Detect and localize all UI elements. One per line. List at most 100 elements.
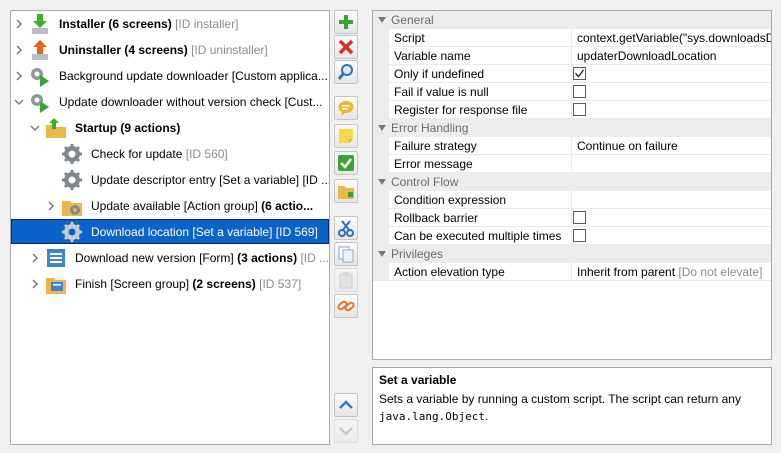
add-button[interactable] [334,10,358,34]
section-general[interactable]: General [373,11,771,29]
paste-button[interactable] [334,268,358,292]
only-if-undefined-checkbox[interactable] [573,67,586,80]
description-text: Sets a variable by running a custom scri… [379,391,765,425]
tree-item-update-available[interactable]: Update available [Action group] (6 actio… [11,193,329,219]
arrow-down-icon [337,422,355,440]
chevron-right-icon[interactable] [13,18,25,30]
prop-only-if-undefined[interactable]: Only if undefined [373,65,771,83]
comment-button[interactable] [334,96,358,120]
tree-item-background-updater[interactable]: Background update downloader [Custom app… [11,63,329,89]
error-message-value[interactable] [571,155,771,172]
screen-group-icon [45,273,67,295]
section-title: Error Handling [391,121,469,135]
tree-item-update-descriptor-entry[interactable]: Update descriptor entry [Set a variable]… [11,167,329,193]
tree-item-update-downloader[interactable]: Update downloader without version check … [11,89,329,115]
rollback-barrier-checkbox[interactable] [573,211,586,224]
search-button[interactable] [334,60,358,84]
collapse-triangle-icon[interactable] [378,124,386,132]
fail-if-null-checkbox[interactable] [573,85,586,98]
tree-item-count: (3 actions) [237,251,298,265]
tree-item-installer[interactable]: Installer (6 screens) [ID installer] [11,11,329,37]
tree-item-uninstaller[interactable]: Uninstaller (4 screens) [ID uninstaller] [11,37,329,63]
prop-elevation-type[interactable]: Action elevation type Inherit from paren… [373,263,771,281]
section-error-handling[interactable]: Error Handling [373,119,771,137]
section-privileges[interactable]: Privileges [373,245,771,263]
prop-error-message[interactable]: Error message [373,155,771,173]
section-title: General [391,13,434,27]
chevron-right-icon[interactable] [13,70,25,82]
cut-button[interactable] [334,216,358,240]
execute-multiple-checkbox[interactable] [573,229,586,242]
failure-strategy-value[interactable]: Continue on failure [571,137,771,154]
paste-icon [337,271,355,289]
prop-script[interactable]: Script context.getVariable("sys.download… [373,29,771,47]
tree-item-label: Download location [Set a variable] [ID 5… [91,225,318,239]
register-response-checkbox[interactable] [573,103,586,116]
gear-folder-icon [61,195,83,217]
tree-item-finish[interactable]: Finish [Screen group] (2 screens) [ID 53… [11,271,329,297]
startup-folder-icon [45,117,67,139]
collapse-triangle-icon[interactable] [378,16,386,24]
tree-item-label: Startup (9 actions) [75,121,181,135]
arrow-up-icon [337,396,355,414]
note-button[interactable] [334,124,358,148]
comment-icon [337,99,355,117]
tree-item-id: [ID ... [300,251,330,265]
tree-item-id: [ID 537] [259,277,302,291]
check-button[interactable] [334,151,358,175]
section-control-flow[interactable]: Control Flow [373,173,771,191]
tree-item-label: Update descriptor entry [Set a variable]… [91,173,330,187]
check-icon [337,154,355,172]
tree-item-count: (2 screens) [192,277,256,291]
copy-icon [337,245,355,263]
prop-rollback-barrier[interactable]: Rollback barrier [373,209,771,227]
variable-name-value[interactable]: updaterDownloadLocation [571,47,771,64]
properties-panel: General Script context.getVariable("sys.… [372,10,772,360]
prop-condition-expression[interactable]: Condition expression [373,191,771,209]
delete-icon [337,38,355,56]
tree-item-download-location[interactable]: Download location [Set a variable] [ID 5… [11,219,329,244]
collapse-triangle-icon[interactable] [378,250,386,258]
collapse-triangle-icon[interactable] [378,178,386,186]
copy-button[interactable] [334,242,358,266]
prop-fail-if-null[interactable]: Fail if value is null [373,83,771,101]
elevation-default-tag: [Do not elevate] [678,265,763,279]
link-icon [337,297,355,315]
chevron-right-icon[interactable] [45,200,57,212]
link-button[interactable] [334,294,358,318]
prop-variable-name[interactable]: Variable name updaterDownloadLocation [373,47,771,65]
add-icon [337,13,355,31]
tree-item-startup[interactable]: Startup (9 actions) [11,115,329,141]
description-title: Set a variable [379,373,457,387]
prop-label: Action elevation type [394,265,505,279]
prop-failure-strategy[interactable]: Failure strategy Continue on failure [373,137,771,155]
tree-item-check-for-update[interactable]: Check for update [ID 560] [11,141,329,167]
add-folder-button[interactable] [334,179,358,203]
chevron-right-icon[interactable] [29,278,41,290]
prop-execute-multiple[interactable]: Can be executed multiple times [373,227,771,245]
prop-label: Variable name [394,49,471,63]
chevron-down-icon[interactable] [29,122,41,134]
installer-icon [29,13,51,35]
prop-register-response[interactable]: Register for response file [373,101,771,119]
project-tree[interactable]: Installer (6 screens) [ID installer] Uni… [10,10,330,445]
condition-expression-value[interactable] [571,191,771,208]
tree-item-label: Check for update [91,147,183,161]
prop-label: Script [394,31,425,45]
form-icon [45,247,67,269]
tree-item-download-new-version[interactable]: Download new version [Form] (3 actions) … [11,245,329,271]
move-down-button[interactable] [334,419,358,443]
description-body: Sets a variable by running a custom scri… [379,392,741,406]
gear-launcher-icon [29,65,51,87]
chevron-down-icon[interactable] [13,96,25,108]
tree-item-label: Update available [Action group] [91,199,262,213]
prop-label: Failure strategy [394,139,477,153]
delete-button[interactable] [334,35,358,59]
elevation-type-value[interactable]: Inherit from parent [Do not elevate] [571,263,771,280]
tree-item-label: Update downloader without version check … [59,95,323,109]
description-end: . [484,409,489,423]
move-up-button[interactable] [334,393,358,417]
chevron-right-icon[interactable] [13,44,25,56]
script-value[interactable]: context.getVariable("sys.downloadsD [571,29,771,46]
chevron-right-icon[interactable] [29,252,41,264]
